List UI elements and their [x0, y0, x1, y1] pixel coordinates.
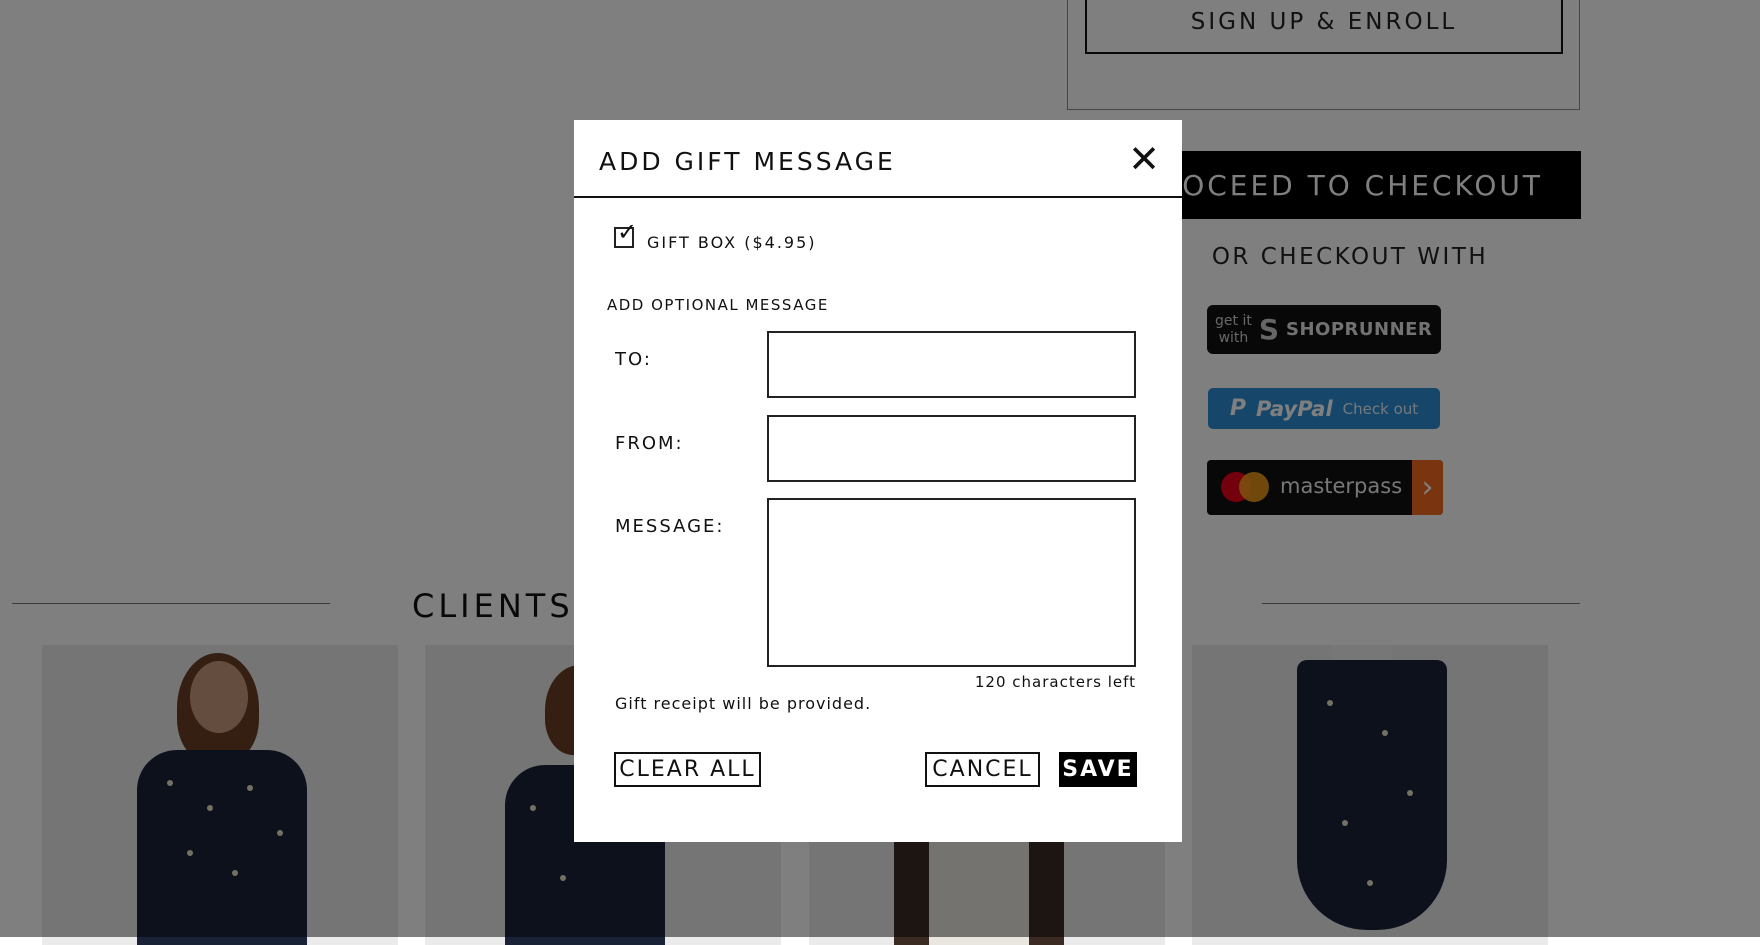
- optional-message-heading: ADD OPTIONAL MESSAGE: [607, 296, 829, 314]
- message-label: MESSAGE:: [615, 516, 725, 537]
- save-button[interactable]: SAVE: [1059, 752, 1137, 787]
- gift-message-modal: ADD GIFT MESSAGE ✕ ✓ GIFT BOX ($4.95) AD…: [574, 120, 1182, 842]
- cancel-button[interactable]: CANCEL: [925, 752, 1040, 787]
- clear-all-button[interactable]: CLEAR ALL: [614, 752, 761, 787]
- characters-left-counter: 120 characters left: [974, 673, 1136, 691]
- from-input[interactable]: [767, 415, 1136, 482]
- from-label: FROM:: [615, 433, 684, 454]
- to-label: TO:: [615, 349, 652, 370]
- close-icon[interactable]: ✕: [1126, 140, 1162, 178]
- checkmark-icon: ✓: [617, 218, 638, 246]
- gift-receipt-note: Gift receipt will be provided.: [615, 694, 872, 713]
- modal-title: ADD GIFT MESSAGE: [599, 147, 896, 176]
- gift-box-label[interactable]: GIFT BOX ($4.95): [647, 233, 817, 252]
- header-divider: [574, 196, 1182, 198]
- to-input[interactable]: [767, 331, 1136, 398]
- gift-box-checkbox[interactable]: ✓: [614, 218, 637, 248]
- message-textarea[interactable]: [767, 498, 1136, 667]
